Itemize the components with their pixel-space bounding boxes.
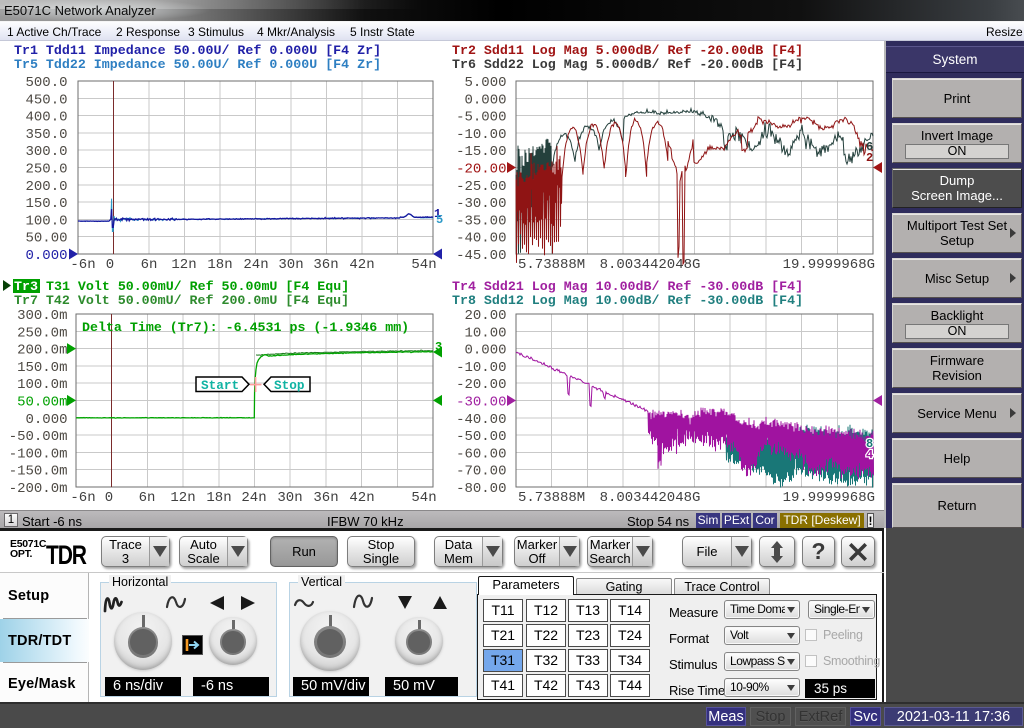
svg-text:36n: 36n	[313, 490, 338, 506]
svg-text:-30.00: -30.00	[456, 395, 506, 411]
svg-text:Tr6 Sdd22 Log Mag 5.000dB/ Ref: Tr6 Sdd22 Log Mag 5.000dB/ Ref -20.00dB …	[452, 57, 803, 72]
svg-text:2: 2	[866, 151, 873, 165]
svg-text:400.0: 400.0	[25, 110, 67, 126]
svg-text:0: 0	[106, 257, 114, 273]
svg-text:-50.00: -50.00	[456, 429, 506, 445]
svg-text:T31 Volt 50.00mU/ Ref 50.00mU: T31 Volt 50.00mU/ Ref 50.00mU [F4 Equ]	[46, 279, 349, 294]
svg-text:250.0m: 250.0m	[17, 325, 67, 341]
svg-text:50.00: 50.00	[25, 231, 67, 247]
svg-text:Tr3: Tr3	[14, 279, 38, 294]
svg-text:10.00: 10.00	[464, 325, 506, 341]
svg-text:-5.000: -5.000	[456, 110, 506, 126]
svg-text:19.9999968G: 19.9999968G	[783, 257, 875, 273]
svg-text:-20.00: -20.00	[456, 162, 506, 178]
svg-text:Tr1 Tdd11 Impedance 50.00U/ Re: Tr1 Tdd11 Impedance 50.00U/ Ref 0.000U […	[14, 43, 381, 58]
svg-text:5: 5	[436, 213, 443, 227]
svg-text:Tr2 Sdd11 Log Mag 5.000dB/ Ref: Tr2 Sdd11 Log Mag 5.000dB/ Ref -20.00dB …	[452, 43, 803, 58]
svg-text:200.0m: 200.0m	[17, 343, 67, 359]
svg-text:-100.0m: -100.0m	[9, 446, 68, 462]
svg-text:300.0m: 300.0m	[17, 308, 67, 324]
svg-text:-6n: -6n	[70, 257, 95, 273]
svg-text:18n: 18n	[207, 257, 232, 273]
svg-text:-10.00: -10.00	[456, 127, 506, 143]
svg-text:-50.00m: -50.00m	[9, 429, 68, 445]
svg-text:-20.00: -20.00	[456, 377, 506, 393]
svg-text:50.00m: 50.00m	[17, 395, 67, 411]
svg-text:Tr8 Sdd12 Log Mag 10.00dB/ Ref: Tr8 Sdd12 Log Mag 10.00dB/ Ref -30.00dB …	[452, 293, 803, 308]
svg-text:18n: 18n	[206, 490, 231, 506]
svg-text:Tr7 T42 Volt 50.00mU/ Ref 200.: Tr7 T42 Volt 50.00mU/ Ref 200.0mU [F4 Eq…	[14, 293, 349, 308]
svg-text:42n: 42n	[349, 257, 374, 273]
svg-text:5.73888M: 5.73888M	[518, 257, 585, 273]
svg-text:300.0: 300.0	[25, 144, 67, 160]
svg-text:150.0m: 150.0m	[17, 360, 67, 376]
svg-text:-40.00: -40.00	[456, 412, 506, 428]
svg-text:-6n: -6n	[70, 490, 95, 506]
svg-text:500.0: 500.0	[25, 75, 67, 91]
svg-text:-35.00: -35.00	[456, 213, 506, 229]
svg-text:-40.00: -40.00	[456, 231, 506, 247]
svg-text:6n: 6n	[139, 490, 156, 506]
svg-text:-45.00: -45.00	[456, 248, 506, 264]
svg-text:Stop: Stop	[274, 378, 305, 393]
svg-text:5.73888M: 5.73888M	[518, 490, 585, 506]
svg-text:-150.0m: -150.0m	[9, 464, 68, 480]
svg-text:0.000: 0.000	[464, 343, 506, 359]
svg-text:350.0: 350.0	[25, 127, 67, 143]
svg-text:8.003442048G: 8.003442048G	[600, 257, 701, 273]
svg-text:20.00: 20.00	[464, 308, 506, 324]
svg-text:100.0: 100.0	[25, 213, 67, 229]
svg-text:Tr4 Sdd21 Log Mag 10.00dB/ Ref: Tr4 Sdd21 Log Mag 10.00dB/ Ref -30.00dB …	[452, 279, 803, 294]
svg-text:4: 4	[866, 448, 873, 462]
svg-text:-30.00: -30.00	[456, 196, 506, 212]
svg-text:0.000: 0.000	[464, 92, 506, 108]
svg-text:150.0: 150.0	[25, 196, 67, 212]
svg-text:-10.00: -10.00	[456, 360, 506, 376]
svg-text:8.003442048G: 8.003442048G	[600, 490, 701, 506]
svg-text:19.9999968G: 19.9999968G	[783, 490, 875, 506]
svg-text:-70.00: -70.00	[456, 464, 506, 480]
svg-text:12n: 12n	[170, 490, 195, 506]
svg-text:0.000: 0.000	[25, 248, 67, 264]
svg-text:-25.00: -25.00	[456, 179, 506, 195]
svg-text:Delta Time (Tr7): -6.4531 ps (: Delta Time (Tr7): -6.4531 ps (-1.9346 mm…	[82, 320, 409, 335]
svg-text:Tr5 Tdd22 Impedance 50.00U/ Re: Tr5 Tdd22 Impedance 50.00U/ Ref 0.000U […	[14, 57, 381, 72]
svg-text:36n: 36n	[313, 257, 338, 273]
svg-text:450.0: 450.0	[25, 92, 67, 108]
svg-text:-15.00: -15.00	[456, 144, 506, 160]
svg-text:0.000: 0.000	[25, 412, 67, 428]
svg-text:-80.00: -80.00	[456, 481, 506, 497]
svg-text:200.0: 200.0	[25, 179, 67, 195]
svg-text:-200.0m: -200.0m	[9, 481, 68, 497]
svg-text:12n: 12n	[171, 257, 196, 273]
svg-text:250.0: 250.0	[25, 162, 67, 178]
svg-text:30n: 30n	[277, 490, 302, 506]
svg-text:Start: Start	[201, 378, 239, 393]
svg-text:5.000: 5.000	[464, 75, 506, 91]
svg-text:0: 0	[105, 490, 113, 506]
svg-text:30n: 30n	[278, 257, 303, 273]
svg-text:3: 3	[435, 340, 442, 354]
svg-text:54n: 54n	[411, 490, 436, 506]
svg-text:24n: 24n	[241, 490, 266, 506]
svg-text:6n: 6n	[141, 257, 158, 273]
svg-text:100.0m: 100.0m	[17, 377, 67, 393]
svg-text:42n: 42n	[349, 490, 374, 506]
svg-text:-60.00: -60.00	[456, 446, 506, 462]
svg-text:24n: 24n	[243, 257, 268, 273]
svg-text:54n: 54n	[411, 257, 436, 273]
